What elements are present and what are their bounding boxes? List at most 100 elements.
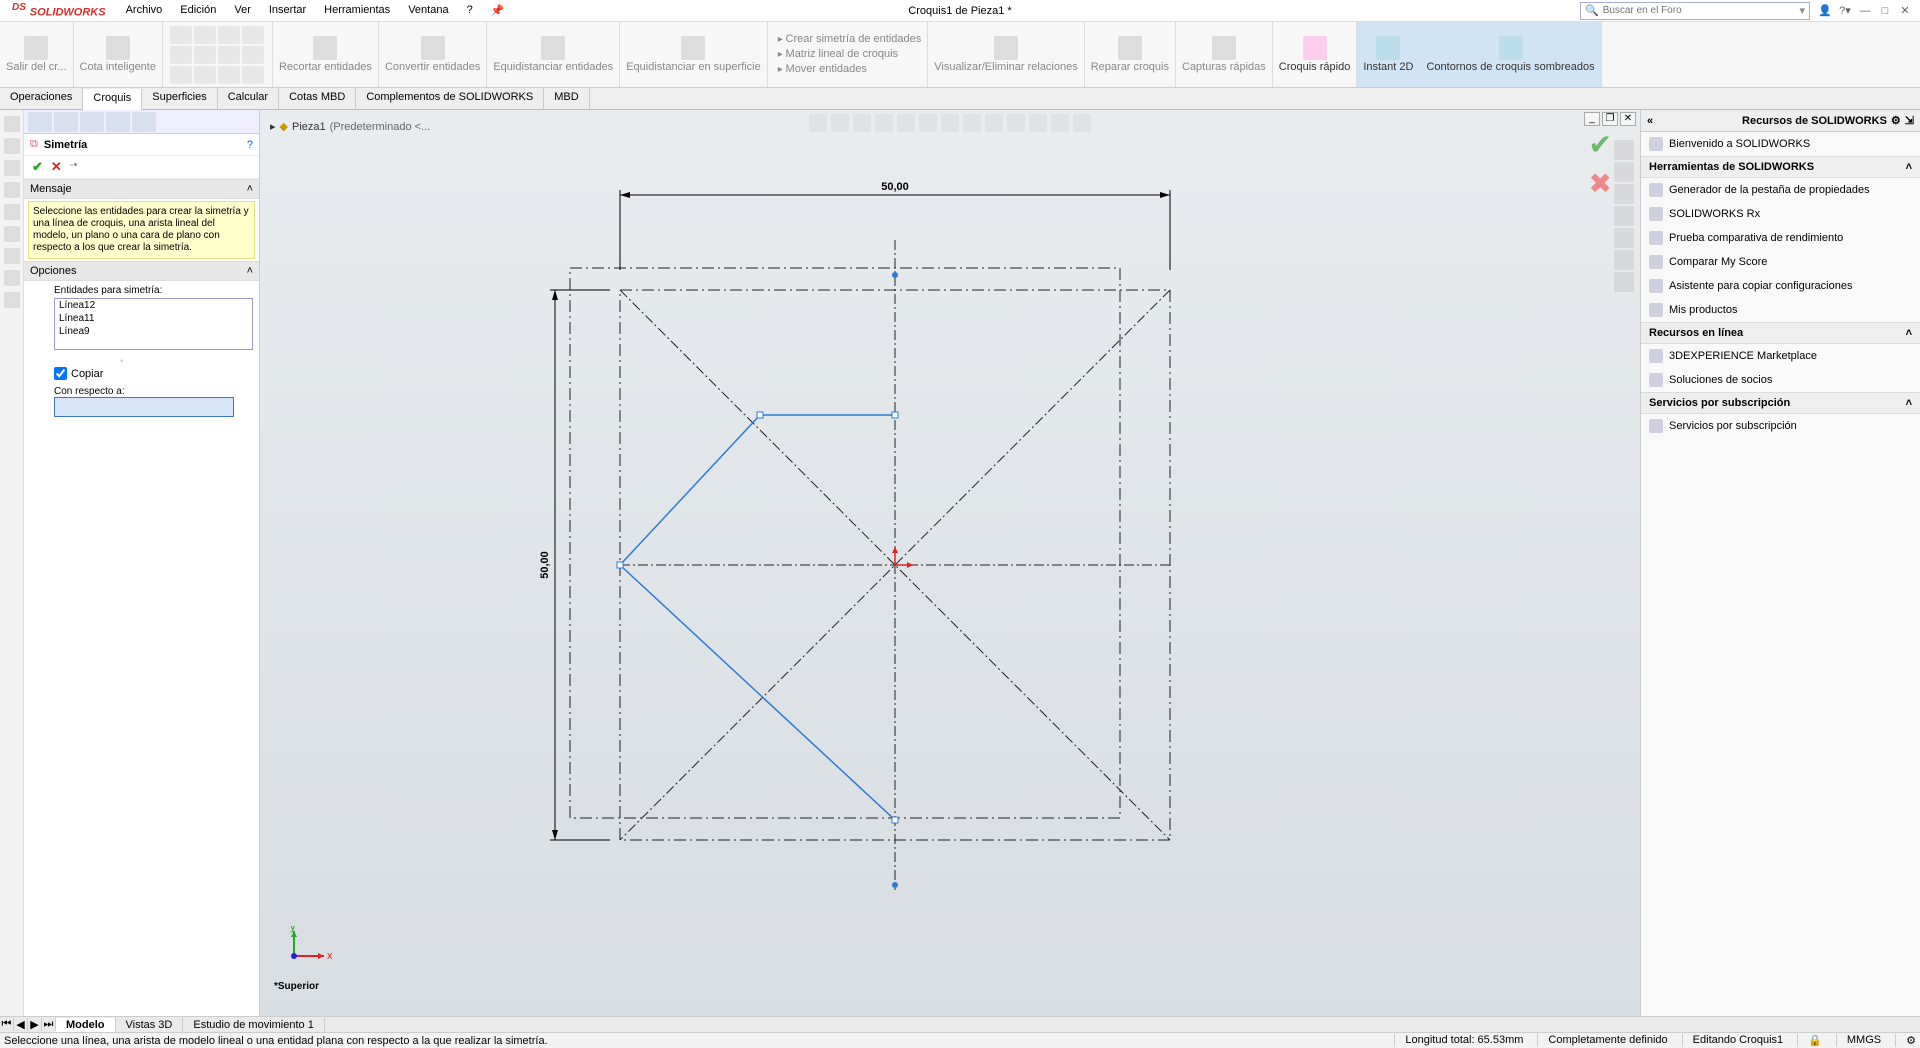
tab-croquis[interactable]: Croquis	[83, 89, 142, 110]
user-icon[interactable]: 👤	[1818, 4, 1832, 17]
property-help-icon[interactable]: ?	[247, 139, 253, 151]
welcome-link[interactable]: Bienvenido a SOLIDWORKS	[1641, 132, 1920, 156]
collapse-icon[interactable]: ˄	[247, 183, 253, 195]
status-lock-icon[interactable]: 🔒	[1797, 1034, 1822, 1047]
rail-icon[interactable]	[4, 270, 20, 286]
subscription-link[interactable]: Servicios por subscripción	[1641, 414, 1920, 438]
menu-bar: Archivo Edición Ver Insertar Herramienta…	[118, 2, 513, 19]
nav-last-icon[interactable]: ⏭	[42, 1018, 56, 1031]
entity-item[interactable]: Línea9	[55, 325, 252, 338]
tool-link[interactable]: SOLIDWORKS Rx	[1641, 202, 1920, 226]
menu-ventana[interactable]: Ventana	[400, 2, 456, 19]
nav-next-icon[interactable]: ▶	[28, 1018, 42, 1031]
message-text: Seleccione las entidades para crear la s…	[28, 201, 255, 259]
menu-herramientas[interactable]: Herramientas	[316, 2, 398, 19]
tab-complementos[interactable]: Complementos de SOLIDWORKS	[356, 88, 544, 109]
mirror-entities-button[interactable]: ▸ Crear simetría de entidades	[776, 32, 924, 47]
respect-label: Con respecto a:	[54, 386, 253, 397]
graphics-area[interactable]: _ ❐ ✕ ▸ ◆ Pieza1 (Predeterminado <... ✔ …	[260, 110, 1640, 1016]
rail-icon[interactable]	[4, 292, 20, 308]
tab-cotas-mbd[interactable]: Cotas MBD	[279, 88, 356, 109]
display-relations-button[interactable]: Visualizar/Eliminar relaciones	[932, 34, 1079, 75]
entity-item[interactable]: Línea12	[55, 299, 252, 312]
tab-vistas3d[interactable]: Vistas 3D	[116, 1018, 184, 1032]
rail-icon[interactable]	[4, 160, 20, 176]
doc-close-icon[interactable]: ✕	[1620, 112, 1636, 126]
tab-motion-study[interactable]: Estudio de movimiento 1	[183, 1018, 324, 1032]
collapse-icon[interactable]: ˄	[247, 265, 253, 277]
nav-first-icon[interactable]: ⏮	[0, 1018, 14, 1031]
chevron-up-icon[interactable]: ˄	[1906, 161, 1912, 173]
tab-operaciones[interactable]: Operaciones	[0, 88, 83, 109]
sketch-canvas: 50,00 50,00	[260, 110, 1620, 990]
pin-icon[interactable]: ⇲	[1905, 114, 1914, 127]
search-input[interactable]	[1603, 5, 1800, 16]
instant-2d-button[interactable]: Instant 2D	[1361, 34, 1415, 75]
rail-icon[interactable]	[4, 138, 20, 154]
tool-link[interactable]: Generador de la pestaña de propiedades	[1641, 178, 1920, 202]
search-box[interactable]: 🔍 ▾	[1580, 2, 1810, 20]
gear-icon[interactable]: ⚙	[1891, 114, 1901, 127]
motion-tabs: ⏮◀▶⏭ Modelo Vistas 3D Estudio de movimie…	[0, 1016, 1920, 1032]
tool-link[interactable]: Prueba comparativa de rendimiento	[1641, 226, 1920, 250]
respect-to-selection[interactable]	[54, 397, 234, 417]
list-handle-icon[interactable]: ◦	[120, 356, 253, 367]
property-title: Simetría	[44, 139, 87, 151]
linear-pattern-button[interactable]: ▸ Matriz lineal de croquis	[776, 47, 900, 62]
sketch-entities-grid[interactable]	[170, 26, 264, 84]
move-entities-button[interactable]: ▸ Mover entidades	[776, 62, 869, 77]
trim-button[interactable]: Recortar entidades	[277, 34, 374, 75]
offset-surface-button[interactable]: Equidistanciar en superficie	[624, 34, 763, 75]
exit-sketch-button[interactable]: Salir del cr...	[4, 34, 69, 75]
online-link[interactable]: 3DEXPERIENCE Marketplace	[1641, 344, 1920, 368]
chevron-up-icon[interactable]: ˄	[1906, 397, 1912, 409]
status-editing: Editando Croquis1	[1682, 1034, 1784, 1047]
tab-superficies[interactable]: Superficies	[142, 88, 217, 109]
feature-tree-tabs[interactable]	[24, 110, 259, 134]
tab-mbd[interactable]: MBD	[544, 88, 589, 109]
help-icon[interactable]: ?▾	[1838, 4, 1852, 17]
ok-button[interactable]: ✔	[32, 159, 43, 175]
menu-archivo[interactable]: Archivo	[118, 2, 171, 19]
close-icon[interactable]: ✕	[1898, 4, 1912, 17]
rail-icon[interactable]	[4, 248, 20, 264]
rail-icon[interactable]	[4, 116, 20, 132]
menu-ver[interactable]: Ver	[226, 2, 259, 19]
pushpin-icon[interactable]: -•	[70, 159, 78, 175]
chevron-up-icon[interactable]: ˄	[1906, 327, 1912, 339]
rail-icon[interactable]	[4, 204, 20, 220]
nav-prev-icon[interactable]: ◀	[14, 1018, 28, 1031]
entity-item[interactable]: Línea11	[55, 312, 252, 325]
copy-checkbox[interactable]: Copiar	[54, 367, 253, 380]
rail-icon[interactable]	[4, 182, 20, 198]
search-dropdown-icon[interactable]: ▾	[1799, 4, 1805, 17]
cancel-button[interactable]: ✕	[51, 159, 62, 175]
quick-snaps-button[interactable]: Capturas rápidas	[1180, 34, 1268, 75]
rail-icon[interactable]	[4, 226, 20, 242]
offset-button[interactable]: Equidistanciar entidades	[491, 34, 615, 75]
repair-sketch-button[interactable]: Reparar croquis	[1089, 34, 1171, 75]
tool-link[interactable]: Mis productos	[1641, 298, 1920, 322]
status-units[interactable]: MMGS	[1836, 1034, 1881, 1047]
tool-link[interactable]: Asistente para copiar configuraciones	[1641, 274, 1920, 298]
menu-insertar[interactable]: Insertar	[261, 2, 314, 19]
status-length: Longitud total: 65.53mm	[1394, 1034, 1523, 1047]
entities-listbox[interactable]: Línea12 Línea11 Línea9	[54, 298, 253, 350]
menu-help[interactable]: ?	[459, 2, 481, 19]
smart-dimension-button[interactable]: Cota inteligente	[78, 34, 158, 75]
menu-pin-icon[interactable]: 📌	[483, 2, 513, 19]
maximize-icon[interactable]: □	[1878, 5, 1892, 17]
tool-link[interactable]: Comparar My Score	[1641, 250, 1920, 274]
shaded-contours-button[interactable]: Contornos de croquis sombreados	[1424, 34, 1596, 75]
minimize-icon[interactable]: —	[1858, 5, 1872, 17]
tab-modelo[interactable]: Modelo	[56, 1018, 116, 1032]
rapid-sketch-button[interactable]: Croquis rápido	[1277, 34, 1353, 75]
window-controls: 👤 ?▾ — □ ✕	[1810, 4, 1920, 17]
view-triad: x y	[284, 926, 334, 976]
menu-edicion[interactable]: Edición	[172, 2, 224, 19]
tab-calcular[interactable]: Calcular	[218, 88, 279, 109]
status-gear-icon[interactable]: ⚙	[1895, 1034, 1916, 1047]
convert-button[interactable]: Convertir entidades	[383, 34, 482, 75]
online-link[interactable]: Soluciones de socios	[1641, 368, 1920, 392]
taskpane-collapse-icon[interactable]: «	[1647, 115, 1653, 127]
